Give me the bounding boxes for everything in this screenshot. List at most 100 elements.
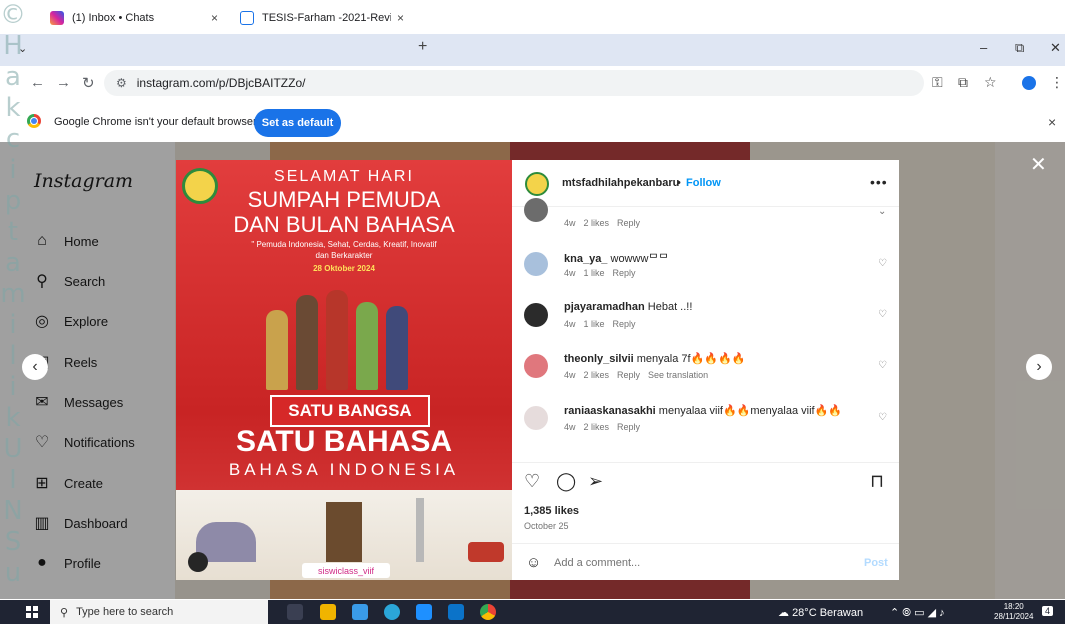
commenter-avatar[interactable] (524, 198, 548, 222)
address-bar[interactable]: ⚙ instagram.com/p/DBjcBAITZZo/ (104, 70, 924, 96)
see-translation-link[interactable]: See translation (648, 370, 708, 380)
more-options-icon[interactable]: ••• (870, 174, 888, 190)
add-comment-input[interactable]: Add a comment... (554, 557, 640, 569)
separator-dot: • (677, 177, 681, 189)
comment-body: menyalaa viif🔥🔥menyalaa viif🔥🔥 (658, 405, 842, 417)
like-heart-icon[interactable]: ♡ (524, 471, 540, 492)
chrome-icon[interactable] (480, 604, 496, 620)
commenter-avatar[interactable] (524, 252, 548, 276)
comment-reply[interactable]: Reply (617, 218, 640, 228)
post-header: mtsfadhilahpekanbaru • Follow ••• (512, 160, 899, 207)
watermark-letter: © (0, 0, 26, 30)
password-key-icon[interactable]: ⚿ (932, 74, 943, 91)
close-modal-icon[interactable]: ✕ (1030, 152, 1047, 177)
comment-username[interactable]: raniaaskanasakhi (564, 405, 656, 417)
follow-button[interactable]: Follow (686, 177, 721, 189)
comment-likes[interactable]: 1 like (584, 319, 605, 329)
save-bookmark-icon[interactable]: ⊓ (870, 471, 884, 492)
search-icon: ⚲ (60, 606, 69, 619)
url-text: instagram.com/p/DBjcBAITZZo/ (136, 76, 306, 90)
comment-like-heart-icon[interactable]: ♡ (878, 309, 887, 320)
restore-button[interactable]: ⧉ (1015, 40, 1024, 56)
reload-icon[interactable]: ↻ (82, 74, 95, 92)
tab-close-icon[interactable]: × (211, 11, 218, 25)
teams-icon[interactable] (352, 604, 368, 620)
comment-like-heart-icon[interactable]: ⌄ (878, 206, 886, 217)
post-comment-button[interactable]: Post (864, 557, 888, 569)
weather-text: 28°C Berawan (792, 607, 864, 619)
minimize-button[interactable]: – (980, 40, 987, 55)
back-arrow-icon[interactable]: ← (30, 74, 45, 91)
bookmark-star-icon[interactable]: ☆ (984, 74, 997, 91)
comment-likes[interactable]: 2 likes (584, 422, 610, 432)
browser-tabbar (0, 34, 1065, 66)
clock[interactable]: 18:20 28/11/2024 (994, 602, 1033, 622)
windows-start-icon[interactable] (26, 606, 38, 618)
new-tab-button[interactable]: + (418, 38, 427, 56)
set-as-default-button[interactable]: Set as default (254, 109, 341, 137)
author-avatar[interactable] (525, 172, 549, 196)
comment-meta: 4w 2 likes Reply See translation (564, 370, 716, 380)
post-date: October 25 (524, 521, 569, 531)
weather-widget[interactable]: ☁ 28°C Berawan (778, 606, 863, 619)
comment-reply[interactable]: Reply (613, 319, 636, 329)
comment-like-heart-icon[interactable]: ♡ (878, 258, 887, 269)
next-post-arrow-icon[interactable]: › (1026, 354, 1052, 380)
taskbar-search-box[interactable]: ⚲ Type here to search (50, 600, 268, 624)
tab-title: TESIS-Farham -2021-Revisi.pdf (262, 12, 391, 24)
comment-username[interactable]: theonly_silvii (564, 353, 634, 365)
author-username[interactable]: mtsfadhilahpekanbaru (562, 177, 679, 189)
forward-arrow-icon[interactable]: → (56, 74, 71, 91)
comment-icon[interactable]: ◯ (556, 471, 576, 492)
system-tray-icons[interactable]: ⌃ ⦾ ▭ ◢ ♪ (890, 606, 945, 620)
comment-time: 4w (564, 370, 576, 380)
screen: ⌄ (1) Inbox • Chats × TESIS-Farham -2021… (0, 0, 1065, 624)
tab-instagram[interactable]: (1) Inbox • Chats × (40, 4, 228, 32)
post-big-text: SATU BAHASA (235, 425, 453, 458)
comment-reply[interactable]: Reply (617, 370, 640, 380)
infobar-message: Google Chrome isn't your default browser (54, 116, 257, 128)
file-explorer-icon[interactable] (320, 604, 336, 620)
post-tagline: " Pemuda Indonesia, Sehat, Cerdas, Kreat… (251, 240, 437, 260)
site-info-icon[interactable]: ⚙ (116, 76, 127, 90)
post-image[interactable]: SELAMAT HARI SUMPAH PEMUDA DAN BULAN BAH… (176, 160, 512, 580)
post-handle: siswiclass_viif (302, 563, 390, 578)
commenter-avatar[interactable] (524, 303, 548, 327)
comment-likes[interactable]: 2 likes (584, 218, 610, 228)
chrome-menu-icon[interactable]: ⋮ (1050, 74, 1064, 91)
tab-close-icon[interactable]: × (397, 11, 404, 25)
previous-post-arrow-icon[interactable]: ‹ (22, 354, 48, 380)
comment-username[interactable]: pjayaramadhan (564, 301, 645, 313)
profile-avatar-icon[interactable] (1022, 76, 1036, 90)
comment-like-heart-icon[interactable]: ♡ (878, 360, 887, 371)
infobar-close-icon[interactable]: × (1048, 114, 1056, 130)
comment-likes[interactable]: 2 likes (584, 370, 610, 380)
edge-browser-icon[interactable] (384, 604, 400, 620)
window-close-button[interactable]: ✕ (1050, 40, 1061, 56)
post-line2: SUMPAH PEMUDA (247, 187, 441, 212)
tagged-user-icon[interactable] (188, 552, 208, 572)
comment-username[interactable]: kna_ya_ (564, 253, 607, 265)
comment-reply[interactable]: Reply (613, 268, 636, 278)
comment-time: 4w (564, 319, 576, 329)
comment-likes[interactable]: 1 like (584, 268, 605, 278)
share-icon[interactable]: ➢ (588, 471, 603, 492)
taskbar-search-placeholder: Type here to search (76, 606, 174, 618)
store-icon[interactable] (416, 604, 432, 620)
tab-pdf[interactable]: TESIS-Farham -2021-Revisi.pdf × (232, 4, 412, 32)
post-date: 28 Oktober 2024 (313, 264, 375, 273)
task-view-icon[interactable] (287, 604, 303, 620)
commenter-avatar[interactable] (524, 354, 548, 378)
chrome-logo-icon (27, 114, 41, 128)
mail-icon[interactable] (448, 604, 464, 620)
comment-like-heart-icon[interactable]: ♡ (878, 412, 887, 423)
likes-count[interactable]: 1,385 likes (524, 505, 579, 517)
pdf-file-icon (240, 11, 254, 25)
comment-reply[interactable]: Reply (617, 422, 640, 432)
install-app-icon[interactable]: ⧉ (958, 74, 968, 91)
comment-text: kna_ya_ wowwwᄆᄆ (564, 250, 669, 266)
emoji-icon[interactable]: ☺ (526, 554, 541, 571)
commenter-avatar[interactable] (524, 406, 548, 430)
tab-search-chevron-icon[interactable]: ⌄ (18, 42, 27, 55)
notification-badge[interactable]: 4 (1042, 606, 1054, 616)
